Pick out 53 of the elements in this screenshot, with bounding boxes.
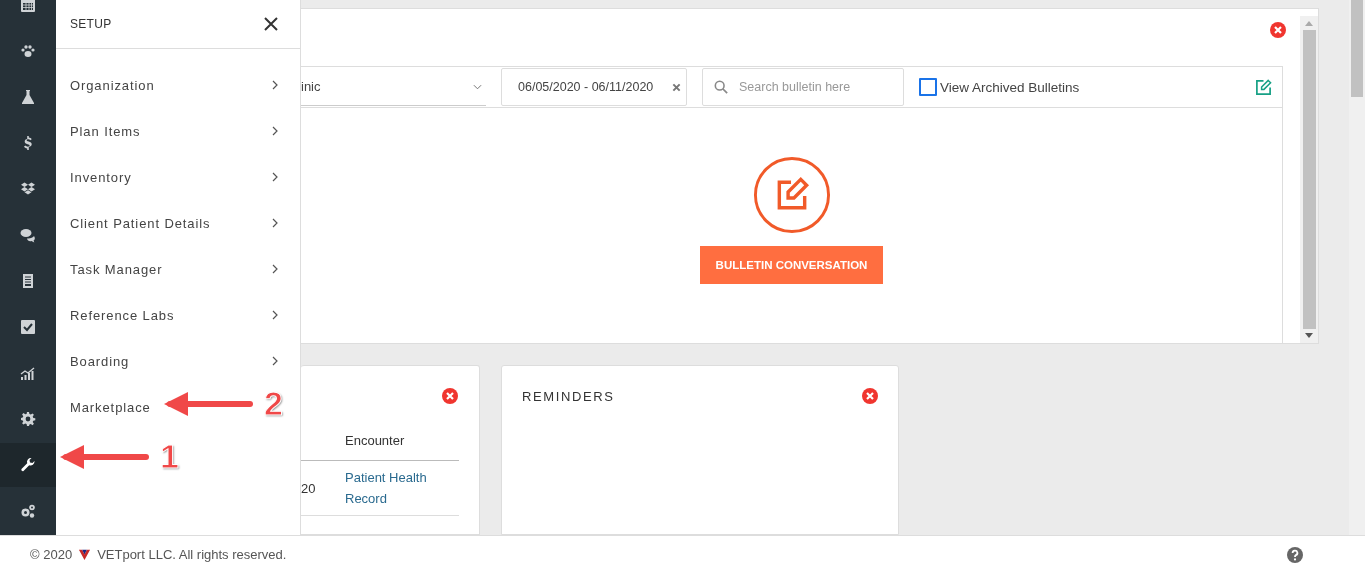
menu-item[interactable]: Task Manager: [70, 261, 163, 277]
search-field[interactable]: Search bulletin here: [702, 68, 904, 106]
wrench-icon: [20, 457, 36, 473]
chevron-right-icon: [272, 310, 278, 320]
chevron-right-icon: [272, 218, 278, 228]
close-icon[interactable]: [862, 388, 878, 404]
flask-icon: [20, 89, 36, 105]
boxes-icon: [20, 181, 36, 197]
scrollbar[interactable]: [1300, 16, 1318, 343]
menu-item[interactable]: Boarding: [70, 353, 130, 369]
checkbox-icon: [20, 319, 36, 335]
sidebar-item[interactable]: [0, 443, 56, 487]
chat-icon: [20, 227, 36, 243]
logo-icon: [78, 548, 92, 561]
chevron-right-icon: [272, 80, 278, 90]
chevron-right-icon: [272, 264, 278, 274]
paw-icon: [20, 43, 36, 59]
menu-item[interactable]: Plan Items: [70, 123, 141, 139]
caret-icon: [473, 83, 482, 90]
gear-icon: [20, 411, 36, 427]
scroll-down-icon[interactable]: [1305, 333, 1313, 338]
menu-item[interactable]: Client Patient Details: [70, 215, 211, 231]
checkbox-label: View Archived Bulletins: [940, 79, 1080, 95]
edit-icon[interactable]: [1255, 78, 1272, 96]
gears-icon: [20, 503, 36, 519]
menu-item[interactable]: Reference Labs: [70, 307, 175, 323]
help-icon[interactable]: [1287, 546, 1303, 563]
column-header: Encounter: [345, 433, 405, 448]
encounter-link[interactable]: Patient Health Record: [345, 467, 445, 509]
copyright-text: © 2020: [30, 547, 73, 562]
search-icon: [714, 80, 728, 94]
menu-item[interactable]: Marketplace: [70, 399, 151, 415]
close-icon: [264, 17, 278, 31]
table-cell-text: 20: [301, 480, 317, 496]
date-range-field[interactable]: 06/05/2020 - 06/11/2020: [501, 68, 687, 106]
chevron-right-icon: [272, 126, 278, 136]
menu-item[interactable]: Organization: [70, 77, 155, 93]
edit-icon: [752, 155, 831, 234]
clear-icon[interactable]: [672, 82, 681, 92]
copyright-text: VETport LLC. All rights reserved.: [97, 547, 287, 562]
menu-title: SETUP: [70, 17, 112, 31]
document-icon: [20, 273, 36, 289]
close-icon[interactable]: [1270, 22, 1286, 38]
scrollbar[interactable]: [1349, 0, 1365, 535]
menu-item[interactable]: Inventory: [70, 169, 132, 185]
chevron-right-icon: [272, 172, 278, 182]
card-title: REMINDERS: [522, 388, 615, 404]
chart-icon: [20, 365, 36, 381]
close-button[interactable]: [262, 15, 280, 33]
close-icon[interactable]: [442, 388, 458, 404]
chevron-right-icon: [272, 356, 278, 366]
clinic-select[interactable]: inic: [301, 68, 486, 106]
checkbox[interactable]: [919, 78, 937, 96]
